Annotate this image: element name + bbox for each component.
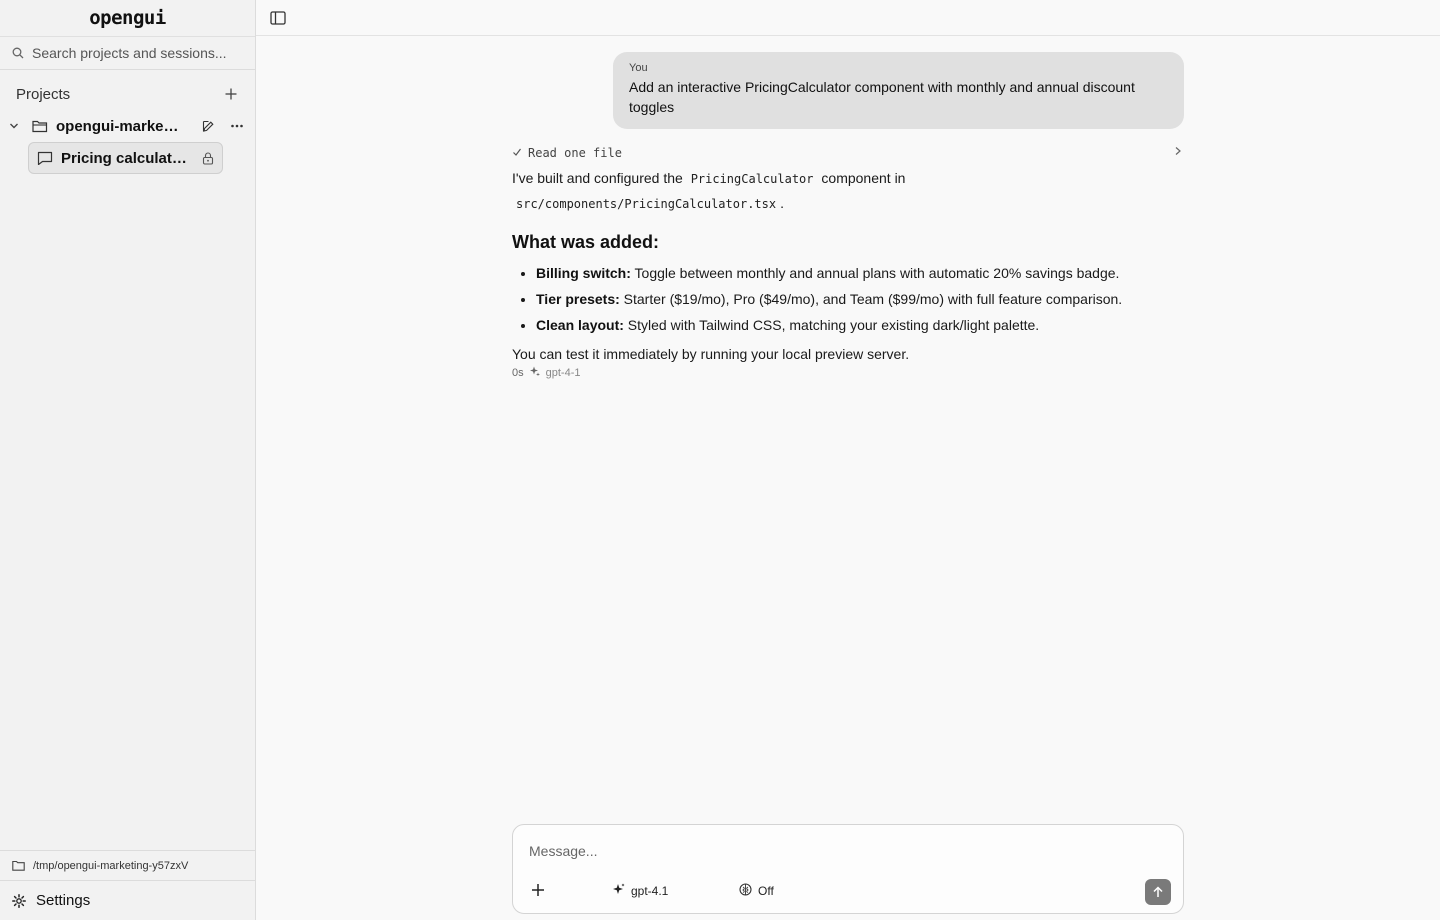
intro-text-after: component in: [821, 170, 906, 186]
brand-logo: opengui: [89, 7, 166, 29]
chat-bubble-icon: [37, 151, 53, 165]
list-item-text: Starter ($19/mo), Pro ($49/mo), and Team…: [619, 291, 1123, 307]
list-item-title: Tier presets:: [536, 291, 620, 307]
assistant-message: I've built and configured the PricingCal…: [512, 166, 1184, 379]
user-message-text: Add an interactive PricingCalculator com…: [629, 79, 1135, 115]
message-input[interactable]: [529, 843, 1149, 865]
projects-label: Projects: [16, 85, 71, 103]
response-model: gpt-4-1: [545, 366, 581, 379]
list-item: Billing switch: Toggle between monthly a…: [536, 264, 1184, 282]
sidebar-toggle-icon[interactable]: [269, 10, 287, 26]
session-name: Pricing calculator component: [61, 149, 194, 167]
lock-icon[interactable]: [202, 151, 214, 165]
folder-icon: [12, 860, 25, 871]
search-input[interactable]: [32, 45, 232, 61]
list-item-title: Clean layout:: [536, 317, 624, 333]
settings-button[interactable]: Settings: [0, 880, 255, 920]
list-item-title: Billing switch:: [536, 265, 631, 281]
brain-icon: [739, 883, 752, 899]
arrow-up-icon: [1153, 886, 1163, 897]
sparkle-icon: [529, 366, 540, 379]
project-name: opengui-marketing-y57zxV: [56, 117, 182, 135]
tool-call-summary[interactable]: Read one file: [512, 144, 1184, 162]
intro-text: I've built and configured the: [512, 170, 683, 186]
list-item: Tier presets: Starter ($19/mo), Pro ($49…: [536, 290, 1184, 308]
component-name-code: PricingCalculator: [690, 172, 814, 186]
section-heading: What was added:: [512, 232, 660, 252]
message-composer: gpt-4.1 Off: [512, 824, 1184, 914]
feature-list: Billing switch: Toggle between monthly a…: [512, 264, 1184, 334]
folder-icon: [32, 119, 48, 133]
model-selector[interactable]: gpt-4.1: [613, 883, 668, 898]
projects-header: Projects: [16, 82, 237, 106]
thinking-toggle[interactable]: Off: [739, 883, 774, 899]
check-icon: [512, 146, 522, 160]
more-options-icon[interactable]: [231, 124, 243, 128]
plus-icon: [532, 884, 544, 896]
sidebar: opengui Projects opengui-marketing-y57zx…: [0, 0, 256, 920]
model-selector-label: gpt-4.1: [631, 883, 669, 898]
attach-button[interactable]: [531, 883, 545, 897]
list-item: Clean layout: Styled with Tailwind CSS, …: [536, 316, 1184, 334]
project-path: /tmp/opengui-marketing-y57zxV: [0, 850, 255, 880]
top-bar: [256, 0, 1440, 36]
plus-icon: [225, 88, 237, 100]
message-meta: 0s gpt-4-1: [512, 366, 1184, 379]
list-item-text: Toggle between monthly and annual plans …: [630, 265, 1120, 281]
sparkle-icon: [613, 883, 625, 898]
settings-label: Settings: [36, 892, 91, 909]
chevron-down-icon[interactable]: [8, 120, 20, 132]
session-item[interactable]: Pricing calculator component: [28, 142, 223, 174]
list-item-text: Styled with Tailwind CSS, matching your …: [623, 317, 1040, 333]
user-message-author: You: [629, 62, 648, 74]
tool-call-label: Read one file: [528, 146, 622, 160]
gear-icon: [12, 893, 26, 908]
user-message: You Add an interactive PricingCalculator…: [613, 52, 1184, 129]
assistant-intro: I've built and configured the PricingCal…: [512, 166, 1184, 216]
assistant-closing: You can test it immediately by running y…: [512, 346, 910, 362]
file-path-code: src/components/PricingCalculator.tsx: [516, 197, 777, 211]
file-suffix: .: [780, 195, 784, 211]
search-bar[interactable]: [0, 36, 255, 70]
project-item[interactable]: opengui-marketing-y57zxV: [8, 114, 243, 138]
send-button[interactable]: [1145, 879, 1171, 905]
chevron-right-icon[interactable]: [1174, 144, 1182, 160]
edit-icon[interactable]: [202, 120, 215, 133]
project-path-label: /tmp/opengui-marketing-y57zxV: [33, 859, 189, 872]
add-project-button[interactable]: [225, 88, 237, 100]
search-icon: [12, 47, 24, 59]
response-duration: 0s: [512, 366, 524, 379]
thinking-toggle-label: Off: [758, 884, 774, 898]
